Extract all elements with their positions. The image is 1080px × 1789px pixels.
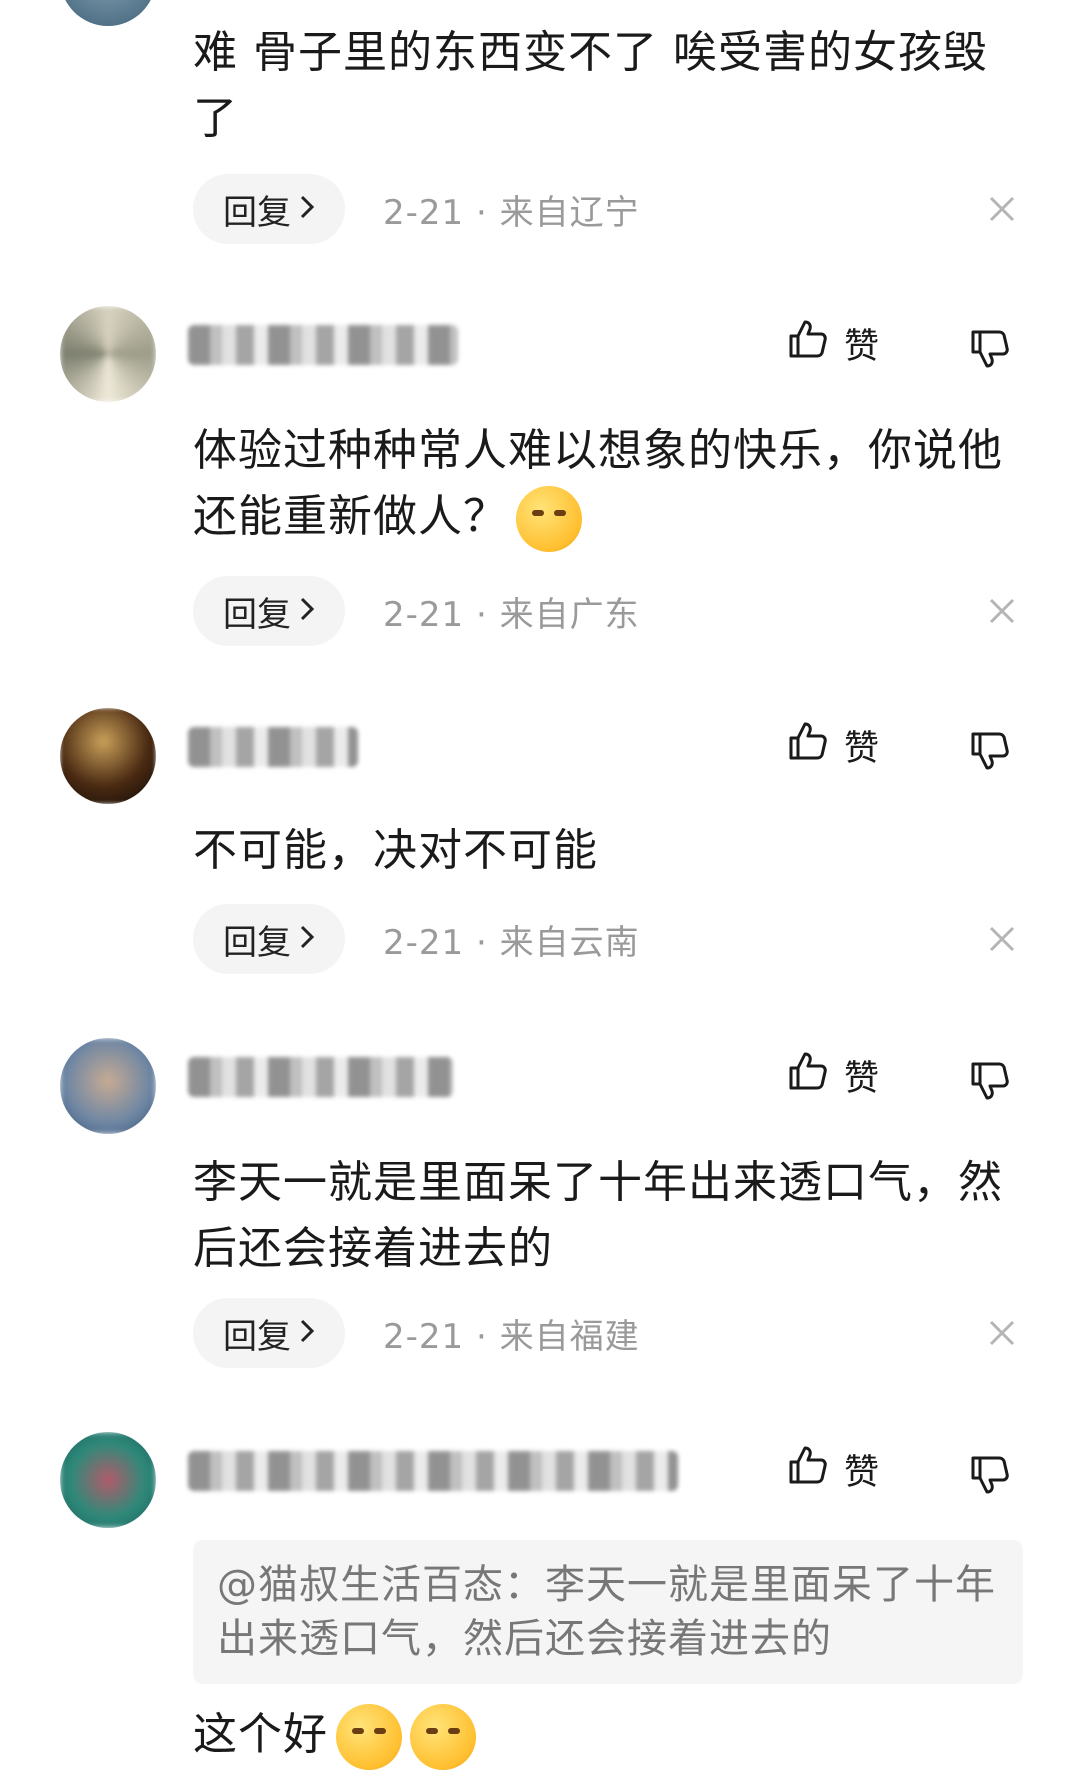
comment-date: 2-21 — [383, 594, 465, 635]
chevron-right-icon — [299, 1313, 315, 1353]
comment-meta: 2-21 · 来自福建 — [383, 1309, 640, 1358]
chevron-right-icon — [299, 919, 315, 959]
comment-location: 来自广东 — [499, 594, 640, 635]
avatar[interactable] — [60, 1038, 156, 1134]
comment-date: 2-21 — [383, 1316, 465, 1357]
comment-text-content: 体验过种种常人难以想象的快乐，你说他还能重新做人？ — [193, 425, 1003, 542]
like-label: 赞 — [844, 1453, 880, 1493]
reply-button[interactable]: 回复 — [193, 576, 345, 646]
comment-meta: 2-21 · 来自云南 — [383, 915, 640, 964]
comment-meta: 2-21 · 来自辽宁 — [383, 185, 640, 234]
comment-text: 不可能，决对不可能 — [193, 825, 598, 876]
thumbs-down-icon[interactable] — [968, 328, 1010, 374]
thumbs-down-icon[interactable] — [968, 1454, 1010, 1500]
comment-location: 来自云南 — [499, 922, 640, 963]
comment-text-content: 这个好 — [193, 1709, 328, 1760]
reply-label: 回复 — [223, 192, 291, 233]
thumbs-up-icon — [786, 1050, 828, 1101]
comment-text: 体验过种种常人难以想象的快乐，你说他还能重新做人？ — [193, 418, 1023, 552]
chevron-right-icon — [299, 189, 315, 229]
comment-text: 李天一就是里面呆了十年出来透口气，然后还会接着进去的 — [193, 1157, 1003, 1274]
reply-label: 回复 — [223, 594, 291, 635]
reply-button[interactable]: 回复 — [193, 174, 345, 244]
avatar[interactable] — [60, 708, 156, 804]
comment-meta: 2-21 · 来自广东 — [383, 587, 640, 636]
comment-text: 难 骨子里的东西变不了 唉受害的女孩毁了 — [193, 27, 988, 144]
like-button[interactable]: 赞 — [786, 720, 879, 771]
username[interactable] — [188, 727, 358, 767]
avatar[interactable] — [60, 1432, 156, 1528]
comment-date: 2-21 — [383, 922, 465, 963]
comment-location: 来自福建 — [499, 1316, 640, 1357]
like-label: 赞 — [844, 1059, 880, 1099]
thumbs-up-icon — [786, 720, 828, 771]
like-button[interactable]: 赞 — [786, 1444, 879, 1495]
username[interactable] — [188, 1057, 453, 1097]
like-label: 赞 — [844, 327, 880, 367]
reply-label: 回复 — [223, 1316, 291, 1357]
kiss-emoji-icon — [336, 1704, 402, 1770]
meta-separator: · — [475, 922, 488, 963]
reply-button[interactable]: 回复 — [193, 1298, 345, 1368]
close-icon[interactable] — [985, 922, 1019, 956]
chevron-right-icon — [299, 591, 315, 631]
avatar[interactable] — [60, 306, 156, 402]
like-button[interactable]: 赞 — [786, 318, 879, 369]
close-icon[interactable] — [985, 192, 1019, 226]
close-icon[interactable] — [985, 594, 1019, 628]
thumbs-down-icon[interactable] — [968, 1060, 1010, 1106]
thumbs-up-icon — [786, 1444, 828, 1495]
reply-label: 回复 — [223, 922, 291, 963]
smirk-emoji-icon — [516, 486, 582, 552]
thumbs-up-icon — [786, 318, 828, 369]
username[interactable] — [188, 325, 458, 365]
reply-button[interactable]: 回复 — [193, 904, 345, 974]
thumbs-down-icon[interactable] — [968, 730, 1010, 776]
like-button[interactable]: 赞 — [786, 1050, 879, 1101]
comment-date: 2-21 — [383, 192, 465, 233]
comment-text: 这个好 — [193, 1702, 1023, 1770]
avatar[interactable] — [60, 0, 156, 26]
meta-separator: · — [475, 192, 488, 233]
like-label: 赞 — [844, 729, 880, 769]
quoted-comment[interactable]: @猫叔生活百态：李天一就是里面呆了十年出来透口气，然后还会接着进去的 — [193, 1540, 1023, 1684]
comment-location: 来自辽宁 — [499, 192, 640, 233]
meta-separator: · — [475, 1316, 488, 1357]
close-icon[interactable] — [985, 1316, 1019, 1350]
username[interactable] — [188, 1451, 678, 1491]
kiss-emoji-icon — [410, 1704, 476, 1770]
meta-separator: · — [475, 594, 488, 635]
